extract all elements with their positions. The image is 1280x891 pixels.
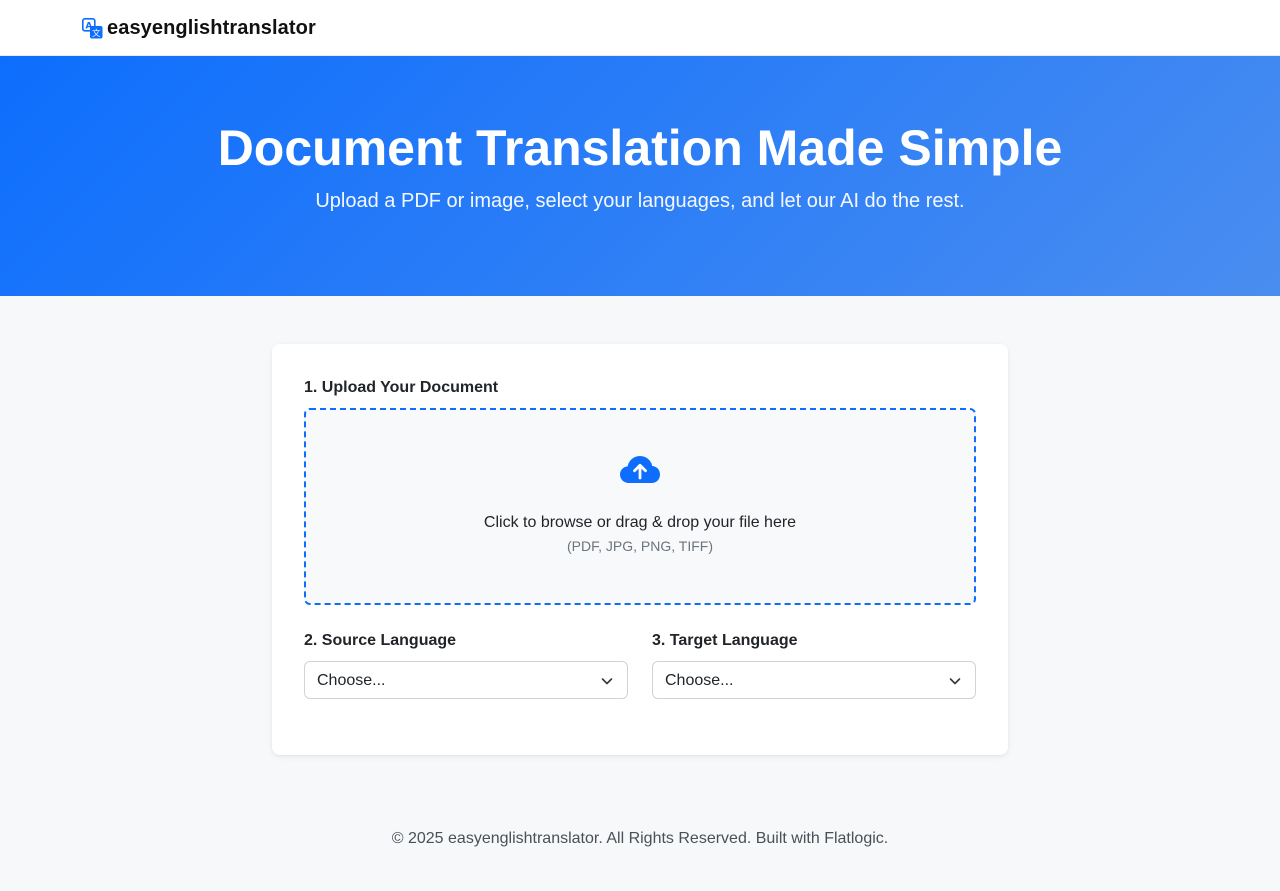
source-language-select[interactable]: Choose... bbox=[304, 661, 628, 699]
chevron-down-icon bbox=[601, 678, 613, 685]
source-language-label: 2. Source Language bbox=[304, 632, 457, 649]
chevron-down-icon bbox=[949, 678, 961, 685]
brand-name: easyenglishtranslator bbox=[107, 16, 316, 39]
target-language-select[interactable]: Choose... bbox=[652, 661, 976, 699]
hero-subtitle: Upload a PDF or image, select your langu… bbox=[315, 190, 965, 212]
translation-form-card: 1. Upload Your Document Click to browse … bbox=[272, 344, 1008, 755]
target-language-label: 3. Target Language bbox=[652, 632, 798, 649]
upload-label: 1. Upload Your Document bbox=[304, 379, 499, 396]
page-title: Document Translation Made Simple bbox=[217, 120, 1063, 176]
navbar: A 文 easyenglishtranslator bbox=[0, 0, 1280, 56]
file-dropzone[interactable]: Click to browse or drag & drop your file… bbox=[304, 408, 976, 605]
cloud-upload-icon bbox=[620, 456, 660, 483]
dropzone-formats: (PDF, JPG, PNG, TIFF) bbox=[567, 538, 713, 554]
translate-icon: A 文 bbox=[82, 17, 103, 39]
footer-copyright: © 2025 easyenglishtranslator. All Rights… bbox=[391, 830, 889, 847]
target-language-value: Choose... bbox=[665, 672, 734, 689]
svg-text:文: 文 bbox=[92, 28, 101, 39]
source-language-value: Choose... bbox=[317, 672, 386, 689]
dropzone-instruction: Click to browse or drag & drop your file… bbox=[483, 514, 797, 531]
hero-section: Document Translation Made Simple Upload … bbox=[0, 56, 1280, 296]
brand-link[interactable]: A 文 easyenglishtranslator bbox=[82, 16, 316, 40]
footer: © 2025 easyenglishtranslator. All Rights… bbox=[0, 828, 1280, 850]
